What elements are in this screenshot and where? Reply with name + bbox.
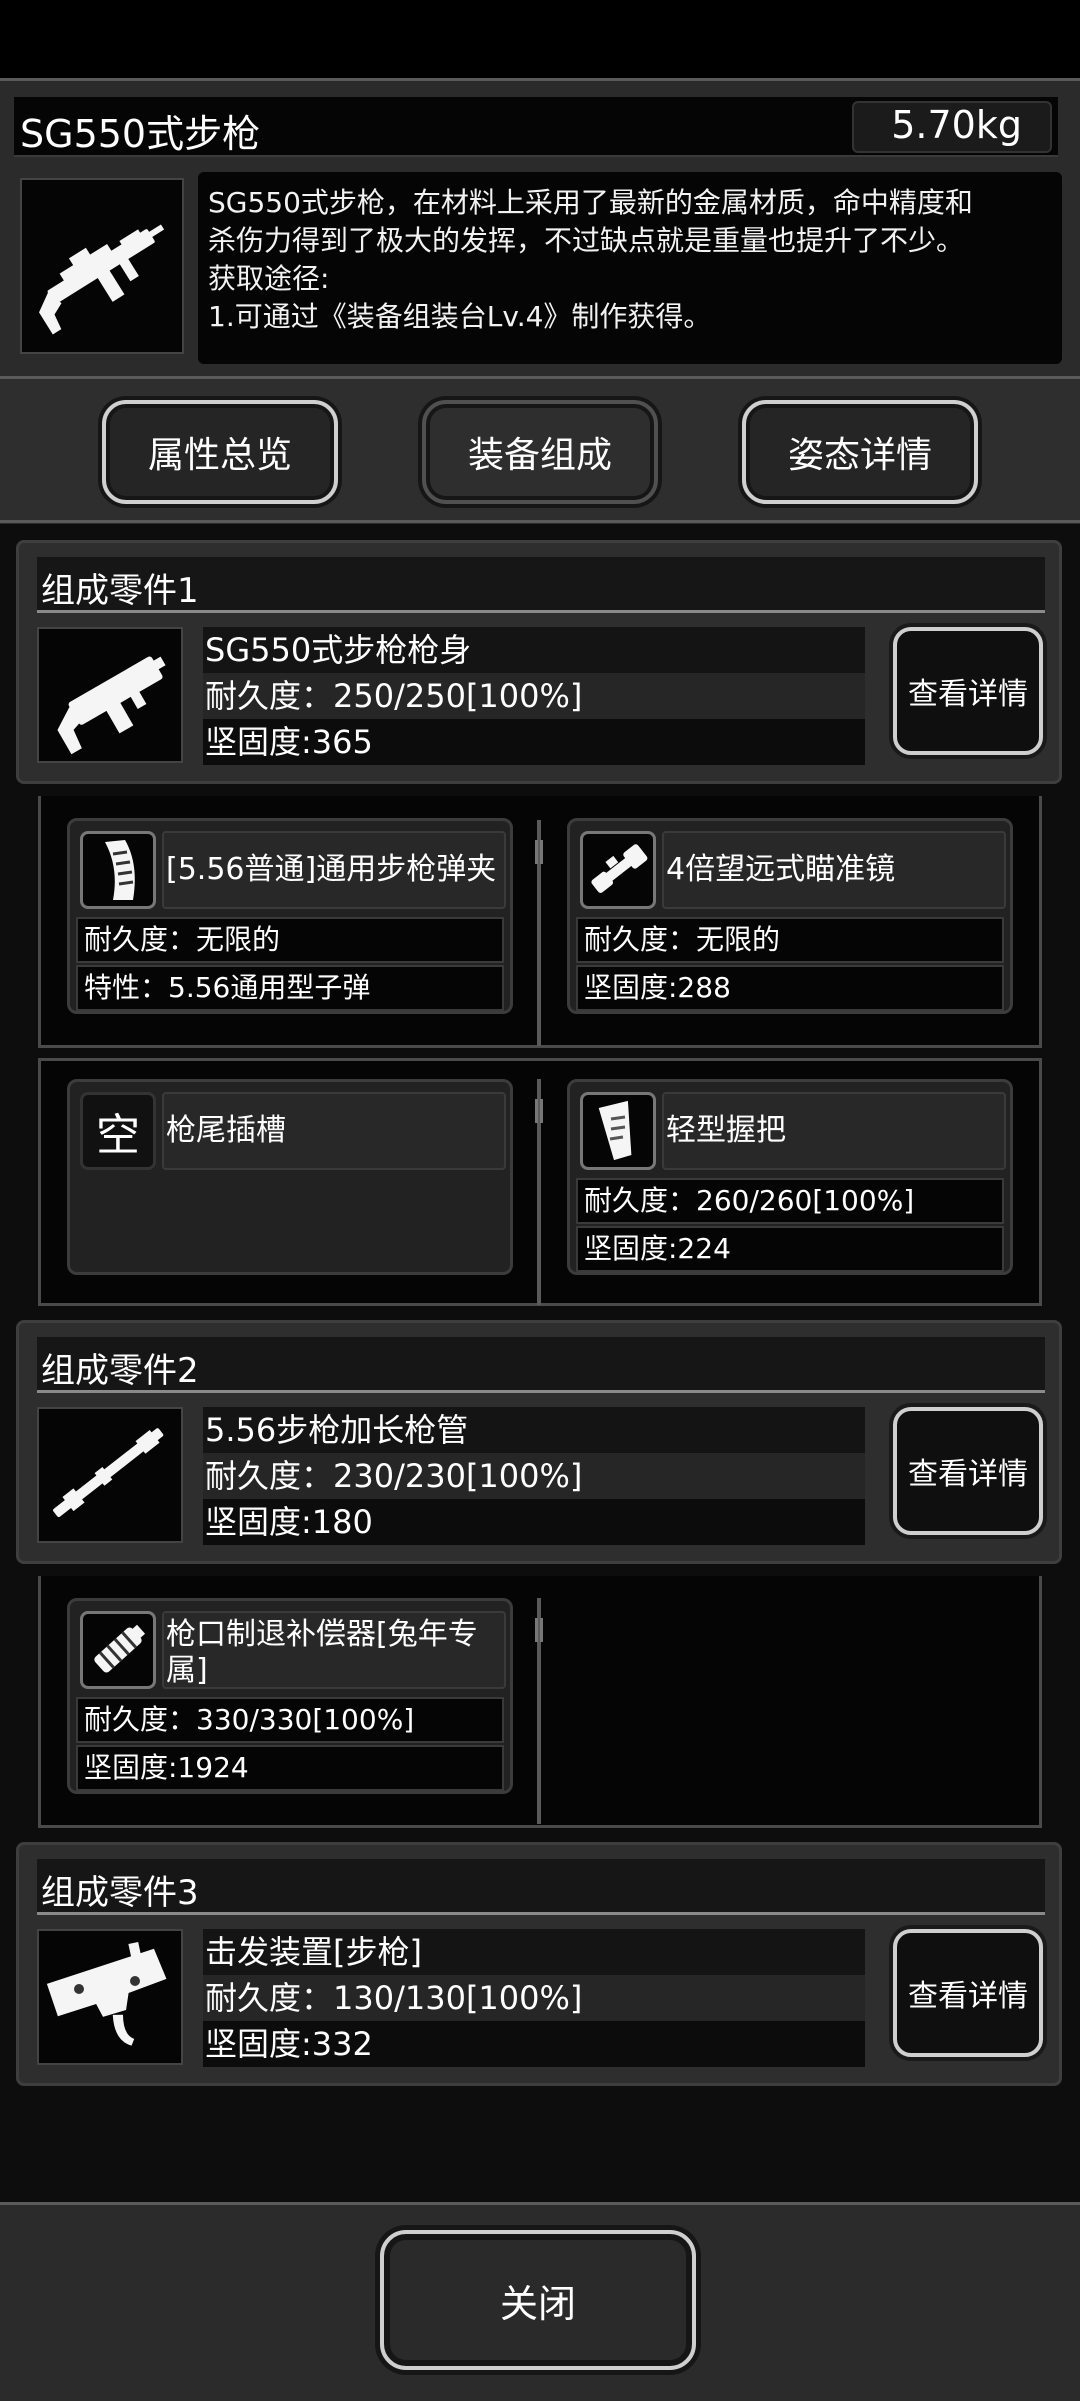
part-durability: 耐久度：130/130[100%] [203,1975,865,2021]
part-header: 组成零件2 [37,1337,1045,1393]
slot-durability: 耐久度：无限的 [576,917,1004,963]
slot-name: [5.56普通]通用步枪弹夹 [162,831,506,909]
part-durability: 耐久度：250/250[100%] [203,673,865,719]
part-name: 击发装置[步枪] [203,1929,865,1975]
slot-stock-empty[interactable]: 空 枪尾插槽 [67,1079,513,1275]
view-details-button[interactable]: 查看详情 [893,1929,1043,2057]
composition-list[interactable]: 组成零件1 SG550式步枪枪身 耐久度：250/250[100%] 坚固度:3… [0,524,1080,2202]
magazine-icon [80,831,156,909]
slot-name: 轻型握把 [662,1092,1006,1170]
item-title-bar: SG550式步枪 5.70kg [14,97,1058,157]
part-durability: 耐久度：230/230[100%] [203,1453,865,1499]
part-card-3: 组成零件3 击发装置[步枪] 耐久度：130/130[100%] 坚固度:332… [16,1842,1062,2086]
part-1-slots-row-2: 空 枪尾插槽 轻型握把 耐久度：260/260[100%] 坚固度:224 [38,1058,1042,1306]
slot-scope[interactable]: 4倍望远式瞄准镜 耐久度：无限的 坚固度:288 [567,818,1013,1014]
slot-divider [535,820,543,1046]
slot-toughness: 坚固度:288 [576,965,1004,1011]
tab-bar: 属性总览 装备组成 姿态详情 [0,380,1080,520]
assault-rifle-icon [20,178,184,354]
part-header: 组成零件3 [37,1859,1045,1915]
trigger-mechanism-icon [37,1929,183,2065]
divider [0,376,1080,379]
item-weight: 5.70kg [891,103,1022,147]
tab-attribute-overview[interactable]: 属性总览 [102,400,338,504]
scope-icon [580,831,656,909]
slot-magazine[interactable]: [5.56普通]通用步枪弹夹 耐久度：无限的 特性：5.56通用型子弹 [67,818,513,1014]
slot-toughness: 坚固度:224 [576,1226,1004,1272]
part-toughness: 坚固度:332 [203,2021,865,2067]
tab-stance-details[interactable]: 姿态详情 [742,400,978,504]
divider [0,2202,1080,2205]
slot-durability: 耐久度：无限的 [76,917,504,963]
divider [0,520,1080,523]
view-details-button[interactable]: 查看详情 [893,627,1043,755]
part-header: 组成零件1 [37,557,1045,613]
part-name: SG550式步枪枪身 [203,627,865,673]
part-toughness: 坚固度:180 [203,1499,865,1545]
slot-feature: 特性：5.56通用型子弹 [76,965,504,1011]
slot-muzzle[interactable]: 枪口制退补偿器[兔年专属] 耐久度：330/330[100%] 坚固度:1924 [67,1598,513,1794]
slot-name: 枪尾插槽 [162,1092,506,1170]
part-toughness: 坚固度:365 [203,719,865,765]
part-stats: SG550式步枪枪身 耐久度：250/250[100%] 坚固度:365 [203,627,865,765]
item-description: SG550式步枪，在材料上采用了最新的金属材质，命中精度和 杀伤力得到了极大的发… [198,172,1062,364]
item-name: SG550式步枪 [20,112,261,156]
muzzle-brake-icon [80,1611,156,1689]
rifle-body-icon [37,627,183,763]
part-stats: 5.56步枪加长枪管 耐久度：230/230[100%] 坚固度:180 [203,1407,865,1545]
slot-name: 4倍望远式瞄准镜 [662,831,1006,909]
item-info: SG550式步枪，在材料上采用了最新的金属材质，命中精度和 杀伤力得到了极大的发… [14,168,1062,364]
grip-icon [580,1092,656,1170]
part-card-1: 组成零件1 SG550式步枪枪身 耐久度：250/250[100%] 坚固度:3… [16,540,1062,784]
slot-divider [535,1598,543,1824]
part-card-2: 组成零件2 5.56步枪加长枪管 耐久度：230/230[100%] 坚固度:1… [16,1320,1062,1564]
slot-durability: 耐久度：260/260[100%] [576,1178,1004,1224]
tab-equipment-composition[interactable]: 装备组成 [422,400,658,504]
slot-divider [535,1079,543,1305]
close-button[interactable]: 关闭 [380,2230,696,2370]
part-2-slots: 枪口制退补偿器[兔年专属] 耐久度：330/330[100%] 坚固度:1924 [38,1576,1042,1828]
part-1-slots-row-1: [5.56普通]通用步枪弹夹 耐久度：无限的 特性：5.56通用型子弹 4倍望远… [38,796,1042,1048]
slot-durability: 耐久度：330/330[100%] [76,1697,504,1743]
view-details-button[interactable]: 查看详情 [893,1407,1043,1535]
slot-toughness: 坚固度:1924 [76,1745,504,1791]
slot-name: 枪口制退补偿器[兔年专属] [162,1611,506,1689]
part-stats: 击发装置[步枪] 耐久度：130/130[100%] 坚固度:332 [203,1929,865,2067]
slot-grip[interactable]: 轻型握把 耐久度：260/260[100%] 坚固度:224 [567,1079,1013,1275]
barrel-icon [37,1407,183,1543]
part-name: 5.56步枪加长枪管 [203,1407,865,1453]
empty-slot-icon: 空 [80,1092,156,1170]
description-text: SG550式步枪，在材料上采用了最新的金属材质，命中精度和 杀伤力得到了极大的发… [208,186,973,333]
